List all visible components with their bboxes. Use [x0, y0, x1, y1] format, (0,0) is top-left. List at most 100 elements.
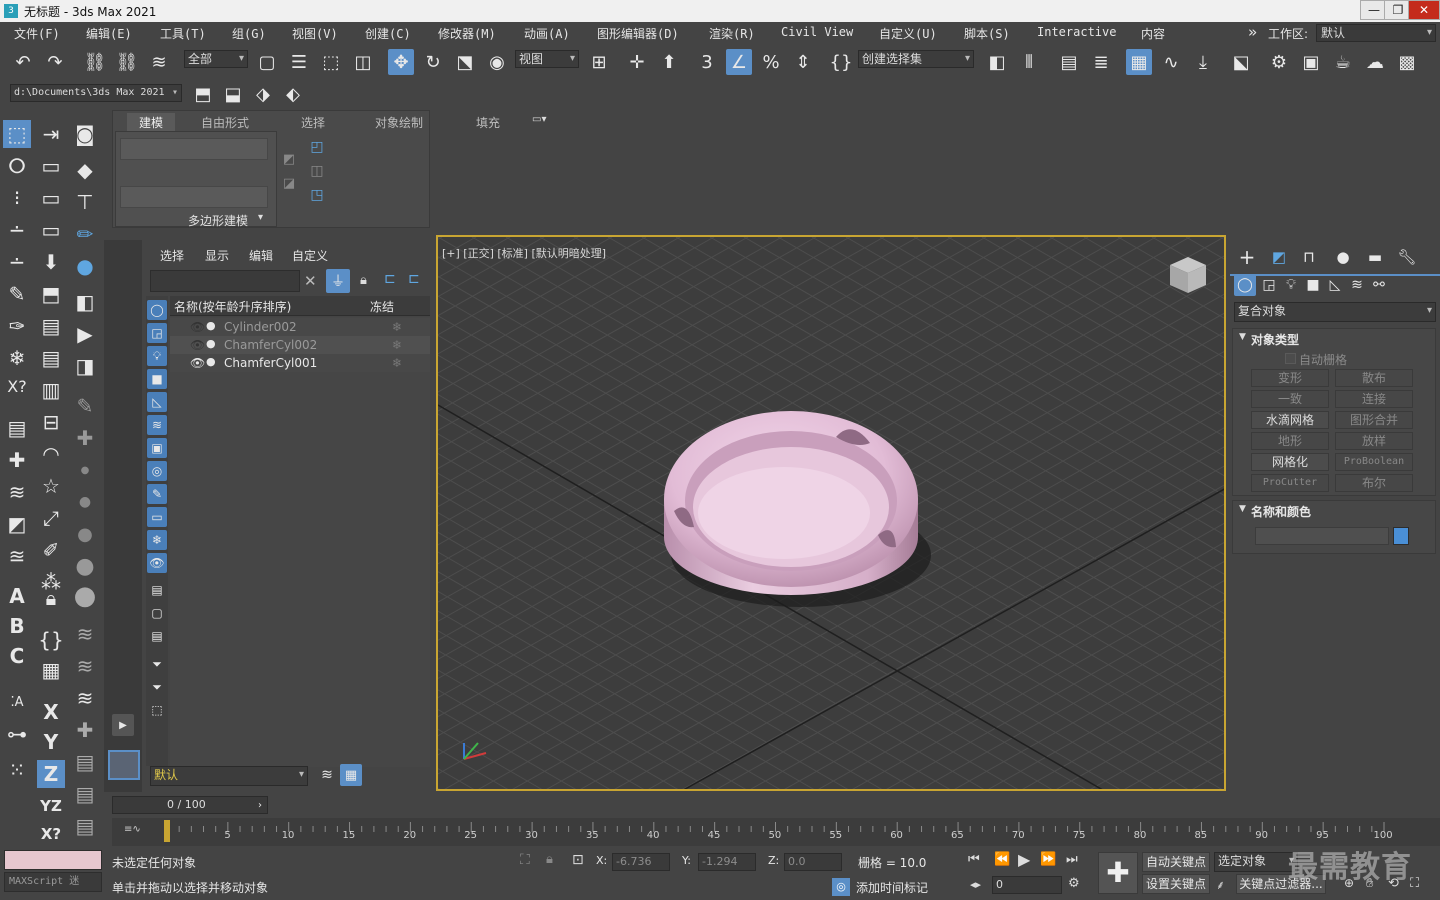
- filter-shapes-icon[interactable]: ◲: [147, 323, 167, 343]
- menu-group[interactable]: 组(G): [232, 25, 266, 42]
- link-icon[interactable]: ⛓: [82, 49, 108, 75]
- spinner-snap-icon[interactable]: ⇕: [790, 49, 816, 75]
- toggle-layer-explorer-icon[interactable]: ≣: [1088, 49, 1114, 75]
- ribbon-panel-chevron-icon[interactable]: ▾: [258, 212, 263, 223]
- rect-selection-icon[interactable]: ⬚: [318, 49, 344, 75]
- display-tab-icon[interactable]: ▬: [1362, 244, 1388, 270]
- layer-stack-icon[interactable]: ≋: [3, 478, 31, 506]
- scene-tab-customize[interactable]: 自定义: [292, 247, 328, 264]
- hierarchy-tab-icon[interactable]: ⊓: [1296, 244, 1322, 270]
- curve-editor-icon[interactable]: ∿: [1158, 49, 1184, 75]
- rendered-frame-icon[interactable]: ▣: [1298, 49, 1324, 75]
- maxscript-mini-listener[interactable]: [4, 850, 102, 870]
- redo-icon[interactable]: ↷: [42, 49, 68, 75]
- goto-end-icon[interactable]: ⏭: [1066, 852, 1078, 867]
- layer-dropdown[interactable]: 默认: [150, 766, 308, 786]
- panel-icon-5[interactable]: ⬇: [37, 248, 65, 276]
- toggle-scene-explorer-icon[interactable]: ▤: [1056, 49, 1082, 75]
- current-frame-input[interactable]: 0: [992, 876, 1062, 894]
- menu-interactive[interactable]: Interactive: [1037, 25, 1116, 39]
- project-path-dropdown[interactable]: d:\Documents\3ds Max 2021: [10, 84, 182, 102]
- axis-a-icon[interactable]: A: [3, 582, 31, 610]
- plus-icon[interactable]: ✚: [71, 424, 99, 452]
- menu-graph-editors[interactable]: 图形编辑器(D): [597, 25, 679, 42]
- layer-explorer-icon[interactable]: ≋: [316, 764, 338, 786]
- panel-icon-7[interactable]: ▤: [37, 312, 65, 340]
- menu-edit[interactable]: 编辑(E): [86, 25, 132, 42]
- visibility-eye-icon[interactable]: 👁︎: [190, 336, 205, 354]
- window-crossing-icon[interactable]: ◫: [350, 49, 376, 75]
- panel-icon-10[interactable]: ⊟: [37, 408, 65, 436]
- geometry-category-icon[interactable]: ◯: [1234, 274, 1256, 296]
- ribbon-tab-modeling[interactable]: 建模: [127, 113, 176, 132]
- hierarchy-icon-2[interactable]: ⊏: [408, 271, 420, 287]
- playback-icon-2[interactable]: ▶: [71, 320, 99, 348]
- pencil-icon[interactable]: ✏: [71, 220, 99, 248]
- next-key-icon[interactable]: ⏩: [1040, 852, 1056, 867]
- proboolean-button[interactable]: ProBoolean: [1335, 453, 1413, 471]
- schematic-view-icon[interactable]: ⤓: [1190, 49, 1216, 75]
- menu-create[interactable]: 创建(C): [365, 25, 411, 42]
- lights-category-icon[interactable]: 💡︎: [1280, 274, 1302, 296]
- select-and-rotate-icon[interactable]: ↻: [420, 49, 446, 75]
- select-and-scale-icon[interactable]: ⬔: [452, 49, 478, 75]
- shapemerge-button[interactable]: 图形合并: [1335, 411, 1413, 429]
- current-frame-marker[interactable]: [164, 820, 170, 842]
- menu-customize[interactable]: 自定义(U): [879, 25, 937, 42]
- spacewarps-category-icon[interactable]: ≋: [1346, 274, 1368, 296]
- axis-xy-icon[interactable]: X?: [37, 820, 65, 848]
- systems-category-icon[interactable]: ⚯: [1368, 274, 1390, 296]
- align-icon[interactable]: ⫴: [1016, 49, 1042, 75]
- terrain-button[interactable]: 地形: [1251, 432, 1329, 450]
- filter-hidden-icon[interactable]: 👁︎: [147, 553, 167, 573]
- category-dropdown[interactable]: 复合对象: [1234, 302, 1436, 322]
- insert-icon[interactable]: ⇥: [37, 120, 65, 148]
- time-slider[interactable]: 0 / 100: [112, 796, 268, 814]
- freeze-icon[interactable]: ❄: [392, 354, 402, 372]
- filter-helpers-icon[interactable]: ◺: [147, 392, 167, 412]
- pivot-center-icon[interactable]: ⊞: [586, 49, 612, 75]
- next-frame-icon[interactable]: ›: [252, 796, 268, 814]
- axis-c-icon[interactable]: C: [3, 642, 31, 670]
- align-a-icon[interactable]: ⁚A: [3, 688, 31, 716]
- x-coordinate[interactable]: -6.736: [612, 853, 670, 871]
- goto-start-icon[interactable]: ⏮: [968, 852, 980, 867]
- panel-icon-6[interactable]: ⬒: [37, 280, 65, 308]
- motion-tab-icon[interactable]: ●: [1330, 244, 1356, 270]
- select-object-icon[interactable]: ▢: [254, 49, 280, 75]
- sort-explorer-icon[interactable]: ▦: [340, 764, 362, 786]
- morph-button[interactable]: 变形: [1251, 369, 1329, 387]
- viewport-perspective[interactable]: [+] [正交] [标准] [默认明暗处理]: [436, 235, 1226, 791]
- ribbon-tab-object-paint[interactable]: 对象绘制: [375, 114, 423, 131]
- prev-key-icon[interactable]: ⏪: [994, 852, 1010, 867]
- ribbon-tab-populate[interactable]: 填充: [476, 114, 500, 131]
- stack-icon-5[interactable]: ▤: [71, 748, 99, 776]
- render-gallery-icon[interactable]: ▩: [1394, 49, 1420, 75]
- filter-icon[interactable]: ⏚: [326, 269, 350, 293]
- axis-yz-icon[interactable]: YZ: [37, 792, 65, 820]
- layer-manager-icon[interactable]: ▤: [3, 414, 31, 442]
- project-empty-icon[interactable]: ⬗: [250, 81, 276, 107]
- create-tab-icon[interactable]: +: [1234, 244, 1260, 270]
- xform-icon[interactable]: X?: [3, 372, 31, 400]
- edit-named-sets-icon[interactable]: {}: [828, 49, 854, 75]
- orbit-view-icon[interactable]: ⟲: [1388, 876, 1399, 891]
- select-layer-icon[interactable]: ◩: [3, 510, 31, 538]
- absolute-mode-icon[interactable]: ⊡: [572, 852, 584, 868]
- render-cloud-icon[interactable]: ☁: [1362, 49, 1388, 75]
- selection-filter-dropdown[interactable]: 全部: [184, 50, 248, 68]
- named-selection-dropdown[interactable]: 创建选择集: [858, 50, 974, 68]
- zoom-icon[interactable]: ⊕: [1344, 876, 1354, 890]
- axis-z-icon[interactable]: Z: [37, 760, 65, 788]
- sphere-icon[interactable]: ●: [71, 252, 99, 280]
- panel-icon-12[interactable]: ☆: [37, 472, 65, 500]
- freeze-icon[interactable]: ❄: [392, 336, 402, 354]
- filter-groups-icon[interactable]: ▣: [147, 438, 167, 458]
- lock-selection-icon[interactable]: 🔒︎: [360, 273, 367, 288]
- scene-tab-display[interactable]: 显示: [205, 247, 229, 264]
- display-invert-icon[interactable]: ▤: [147, 626, 167, 646]
- select-paint-icon[interactable]: ✑: [3, 312, 31, 340]
- scene-row[interactable]: 👁︎ ● Cylinder002 ❄: [170, 318, 430, 336]
- new-layer-icon[interactable]: ✚: [3, 446, 31, 474]
- scene-search-input[interactable]: [150, 270, 300, 292]
